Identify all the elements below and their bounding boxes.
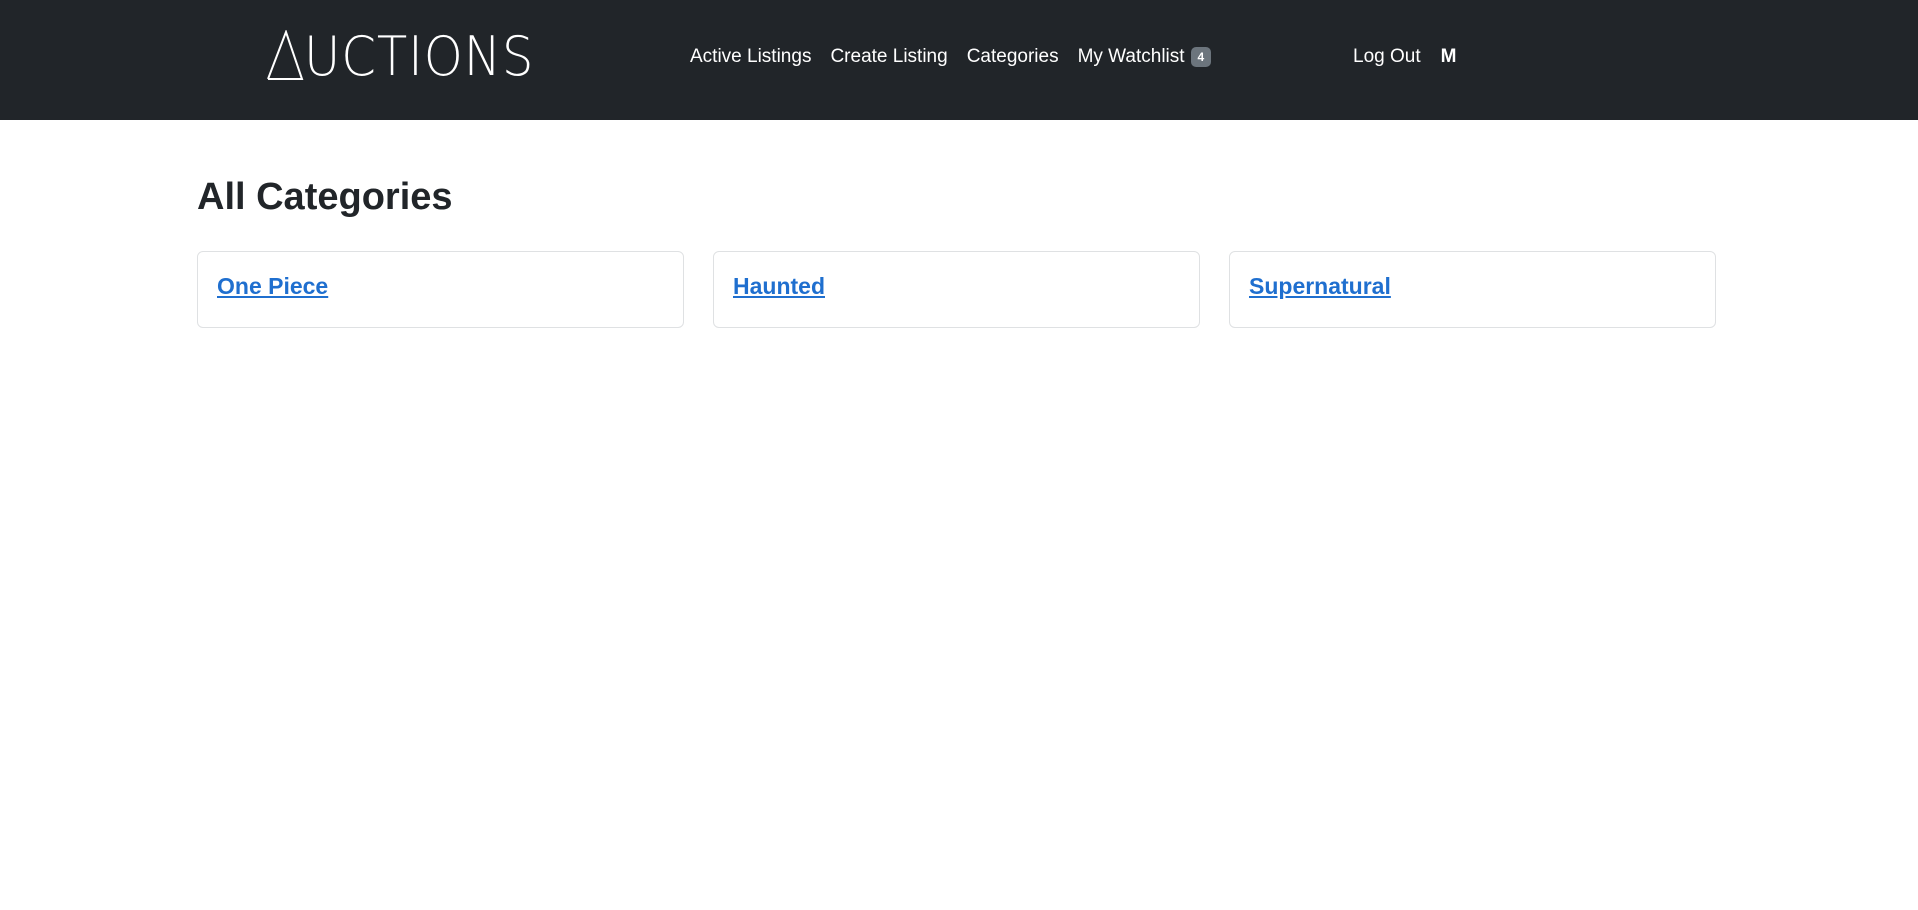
nav-my-watchlist-label: My Watchlist [1077,46,1185,67]
category-link-supernatural[interactable]: Supernatural [1249,273,1391,299]
page-title: All Categories [197,176,453,218]
nav-active-listings[interactable]: Active Listings [690,46,811,68]
nav-categories[interactable]: Categories [967,46,1059,68]
logo-triangle-a-icon [267,30,304,80]
logout-link[interactable]: Log Out [1353,46,1421,68]
nav-my-watchlist[interactable]: My Watchlist 4 [1078,46,1212,68]
watchlist-count-badge: 4 [1190,47,1212,67]
navbar: UCTIONS Active Listings Create Listing C… [0,0,1918,120]
category-card: Supernatural [1229,251,1716,328]
category-link-one-piece[interactable]: One Piece [217,273,328,299]
nav-create-listing[interactable]: Create Listing [830,46,947,68]
user-nav: Log Out M [1353,46,1456,68]
logo-text: UCTIONS [304,25,535,88]
username: M [1440,46,1457,67]
main-nav: Active Listings Create Listing Categorie… [690,46,1230,68]
auctions-logo[interactable]: UCTIONS [266,24,554,84]
category-card: Haunted [713,251,1200,328]
category-card: One Piece [197,251,684,328]
category-list: One Piece Haunted Supernatural [197,251,1716,328]
category-link-haunted[interactable]: Haunted [733,273,825,299]
